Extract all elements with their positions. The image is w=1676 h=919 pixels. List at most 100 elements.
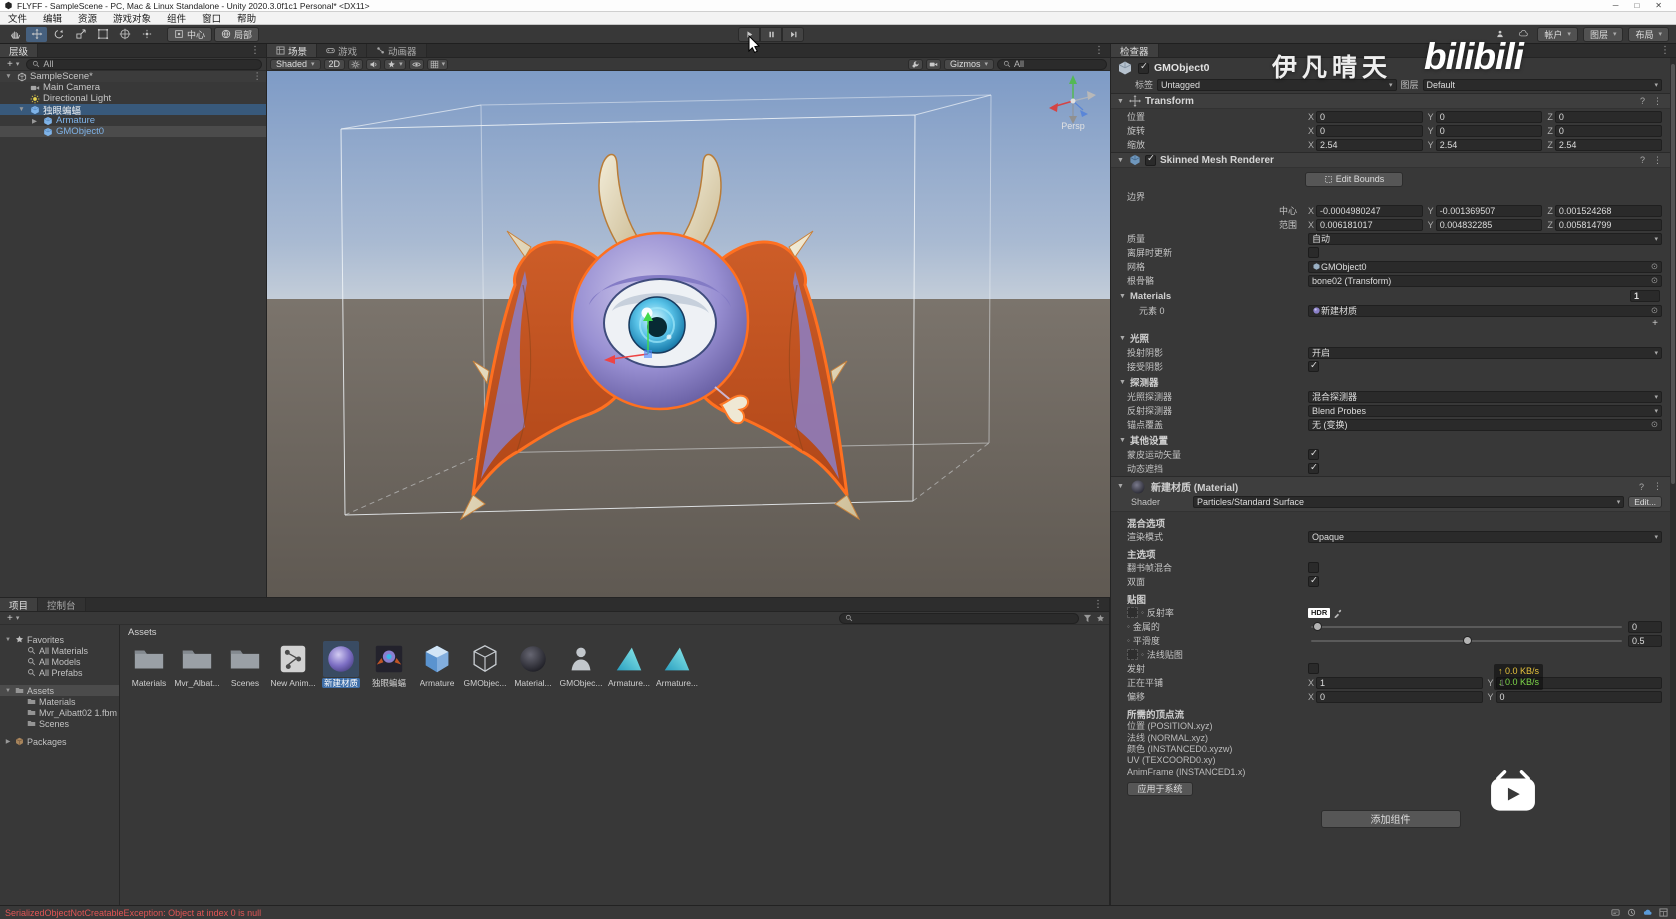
bounds-center-y-field[interactable]: -0.001369507 xyxy=(1435,204,1543,217)
emission-checkbox[interactable] xyxy=(1308,663,1319,674)
rect-tool-button[interactable] xyxy=(92,27,113,42)
more-icon[interactable]: ⋮ xyxy=(1651,481,1664,492)
scene-view-tab[interactable]: 游戏 xyxy=(317,44,368,58)
skinned-mesh-renderer-enabled-checkbox[interactable] xyxy=(1145,153,1156,166)
update-when-offscreen-checkbox[interactable] xyxy=(1308,247,1319,258)
pause-button[interactable] xyxy=(760,27,782,42)
render-mode-dropdown[interactable]: Opaque ▾ xyxy=(1308,530,1662,543)
materials-foldout[interactable]: ▼ Materials 1 xyxy=(1111,289,1670,303)
lighting-foldout[interactable]: ▼ 光照 xyxy=(1111,331,1670,345)
menu-item[interactable]: 组件 xyxy=(159,12,194,25)
more-icon[interactable]: ⋮ xyxy=(1651,155,1664,166)
foldout-icon[interactable]: ▼ xyxy=(1117,98,1125,105)
scale-z-field[interactable]: 2.54 xyxy=(1554,138,1663,151)
object-picker-icon[interactable]: ⊙ xyxy=(1651,419,1658,430)
scene-options-icon[interactable]: ⋮ xyxy=(253,71,263,82)
asset-tile[interactable]: Mvr_Albat... xyxy=(174,641,220,688)
menu-item[interactable]: 资源 xyxy=(70,12,105,25)
minimize-button[interactable]: ─ xyxy=(1613,1,1619,10)
rotate-tool-button[interactable] xyxy=(48,27,69,42)
asset-tile[interactable]: 独眼蝙蝠 xyxy=(366,641,412,688)
draw-mode-dropdown[interactable]: Shaded ▾ xyxy=(270,58,321,70)
add-component-button[interactable]: 添加组件 xyxy=(1320,809,1461,828)
menu-item[interactable]: 文件 xyxy=(0,12,35,25)
scene-visibility-icon[interactable] xyxy=(408,58,424,70)
panel-menu-icon[interactable]: ⋮ xyxy=(244,44,266,57)
status-cloud-icon[interactable] xyxy=(1643,908,1652,917)
shader-edit-button[interactable]: Edit... xyxy=(1628,496,1662,508)
project-tree-item[interactable]: ▶ Packages xyxy=(0,736,119,747)
element-0-object-field[interactable]: 新建材质 ⊙ xyxy=(1308,304,1662,317)
foldout-icon[interactable]: ▶ xyxy=(30,117,39,125)
asset-tile[interactable]: GMObjec... xyxy=(558,641,604,688)
help-icon[interactable]: ? xyxy=(1638,155,1647,165)
project-tree-item[interactable]: Scenes xyxy=(0,718,119,729)
gameobject-name-field[interactable]: GMObject0 xyxy=(1154,62,1209,74)
project-tree-item[interactable]: ▼ Favorites xyxy=(0,634,119,645)
flipbook-blending-checkbox[interactable] xyxy=(1308,562,1319,573)
hand-tool-button[interactable] xyxy=(4,27,25,42)
hierarchy-search-input[interactable]: All xyxy=(26,58,262,70)
materials-size-field[interactable]: 1 xyxy=(1630,290,1660,302)
collab-icon[interactable] xyxy=(1491,27,1509,42)
inspector-scrollbar[interactable] xyxy=(1670,58,1676,905)
rotation-z-field[interactable]: 0 xyxy=(1554,124,1663,137)
dynamic-occlusion-checkbox[interactable] xyxy=(1308,462,1319,474)
position-y-field[interactable]: 0 xyxy=(1435,110,1543,123)
bounds-center-x-field[interactable]: -0.0004980247 xyxy=(1316,204,1423,217)
scene-viewport[interactable]: Persp xyxy=(267,71,1110,597)
tab-hierarchy[interactable]: 层级 xyxy=(0,44,39,58)
edit-bounds-button[interactable]: Edit Bounds xyxy=(1305,171,1403,187)
tab-inspector[interactable]: 检查器 xyxy=(1111,44,1159,58)
tiling-y-field[interactable]: 1 xyxy=(1495,676,1662,689)
breadcrumb[interactable]: Assets xyxy=(120,625,1109,639)
cast-shadows-dropdown[interactable]: 开启 ▾ xyxy=(1308,346,1662,359)
root-bone-object-field[interactable]: bone02 (Transform) ⊙ xyxy=(1308,274,1662,287)
component-tools-icon[interactable] xyxy=(907,58,923,70)
camera-settings-icon[interactable] xyxy=(925,58,941,70)
asset-tile[interactable]: GMObjec... xyxy=(462,641,508,688)
account-dropdown[interactable]: 帐户 ▾ xyxy=(1537,26,1578,42)
hierarchy-item[interactable]: ▼ SampleScene* ⋮ xyxy=(0,71,266,82)
menu-item[interactable]: 窗口 xyxy=(194,12,229,25)
project-tree-item[interactable]: All Prefabs xyxy=(0,667,119,678)
texture-slot[interactable] xyxy=(1127,649,1138,660)
add-material-element-button[interactable]: + xyxy=(1652,318,1658,329)
project-tree-item[interactable]: Materials xyxy=(0,696,119,707)
status-layout-icon[interactable] xyxy=(1659,908,1668,917)
bounds-extent-z-field[interactable]: 0.005814799 xyxy=(1554,218,1663,231)
additional-settings-foldout[interactable]: ▼ 其他设置 xyxy=(1111,433,1670,447)
layers-dropdown[interactable]: 图层 ▾ xyxy=(1582,26,1624,42)
position-z-field[interactable]: 0 xyxy=(1554,110,1663,123)
asset-tile[interactable]: Armature... xyxy=(654,641,700,688)
eyedropper-icon[interactable] xyxy=(1333,608,1343,618)
material-header[interactable]: ▼ 新建材质 (Material)? ⋮ xyxy=(1111,476,1670,496)
hierarchy-item[interactable]: Directional Light xyxy=(0,93,266,104)
reflection-probes-dropdown[interactable]: Blend Probes ▾ xyxy=(1308,404,1662,417)
hdr-color-swatch[interactable]: HDR xyxy=(1308,607,1331,618)
project-tree-item[interactable]: ▼ Assets xyxy=(0,685,119,696)
anchor-override-object-field[interactable]: 无 (变换) ⊙ xyxy=(1308,418,1662,431)
asset-tile[interactable]: New Anim... xyxy=(270,641,316,688)
bounds-extent-x-field[interactable]: 0.006181017 xyxy=(1316,218,1423,231)
skinned-motion-vectors-checkbox[interactable] xyxy=(1308,448,1319,460)
tab-console[interactable]: 控制台 xyxy=(38,598,86,612)
asset-tile[interactable]: Materials xyxy=(126,641,172,688)
asset-tile[interactable]: Armature... xyxy=(606,641,652,688)
rotation-y-field[interactable]: 0 xyxy=(1435,124,1543,137)
tag-dropdown[interactable]: Untagged ▾ xyxy=(1157,78,1397,91)
receive-shadows-checkbox[interactable] xyxy=(1308,360,1319,372)
foldout-icon[interactable]: ▼ xyxy=(4,73,13,80)
status-console-icon[interactable] xyxy=(1611,908,1620,917)
foldout-icon[interactable]: ▼ xyxy=(1117,157,1125,164)
hierarchy-item[interactable]: ▼ 独眼蝙蝠 xyxy=(0,104,266,117)
hierarchy-item[interactable]: GMObject0 xyxy=(0,126,266,137)
favorite-star-icon[interactable] xyxy=(1096,614,1105,623)
menu-item[interactable]: 编辑 xyxy=(35,12,70,25)
probes-foldout[interactable]: ▼ 探测器 xyxy=(1111,375,1670,389)
project-tree-item[interactable]: All Materials xyxy=(0,645,119,656)
create-button[interactable]: + ▾ xyxy=(4,613,22,624)
help-icon[interactable]: ? xyxy=(1637,482,1646,492)
quality-dropdown[interactable]: 自动 ▾ xyxy=(1308,232,1662,245)
layout-dropdown[interactable]: 布局 ▾ xyxy=(1628,26,1669,42)
